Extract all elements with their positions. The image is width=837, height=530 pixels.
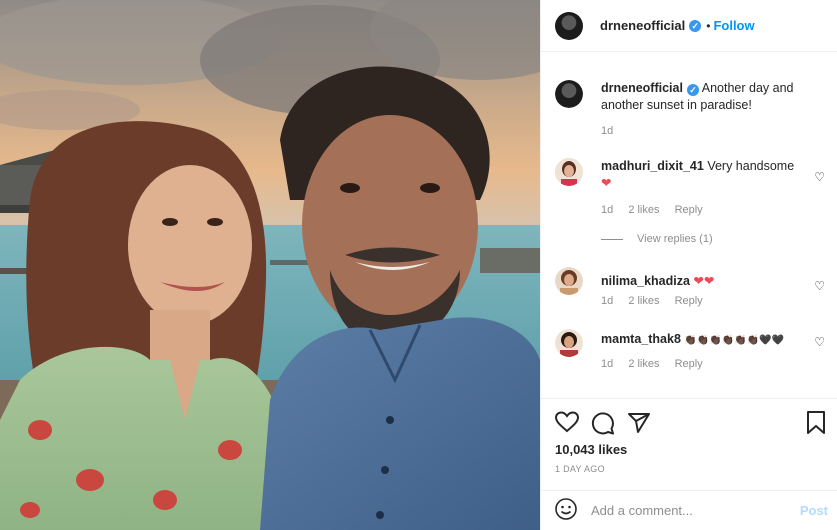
comment-like-heart-icon[interactable]: ♡ xyxy=(814,335,825,349)
likes-count[interactable]: 10,043 likes xyxy=(555,442,627,457)
comment-meta: 1d 2 likes Reply xyxy=(601,295,715,307)
comment-like-heart-icon[interactable]: ♡ xyxy=(814,279,825,293)
post-photo[interactable] xyxy=(0,0,540,530)
post-sidebar: drneneofficial ✓ • Follow drneneofficial… xyxy=(540,0,837,530)
view-replies-button[interactable]: View replies (1) xyxy=(601,233,713,245)
follow-button[interactable]: Follow xyxy=(713,18,754,33)
comment-emoji: ❤❤ xyxy=(693,274,715,288)
caption: drneneofficial ✓ Another day and another … xyxy=(555,80,825,140)
comment-item: nilima_khadiza ❤❤ ♡ 1d 2 likes Reply xyxy=(555,267,825,317)
comment-time[interactable]: 1d xyxy=(601,204,613,216)
caption-time[interactable]: 1d xyxy=(601,125,613,137)
comment-time[interactable]: 1d xyxy=(601,358,613,370)
comment-item: mamta_thak8 👏🏿👏🏿👏🏿👏🏿👏🏿👏🏿🖤🖤 ♡ 1d 2 likes … xyxy=(555,329,825,379)
comment-meta: 1d 2 likes Reply xyxy=(601,204,715,216)
commenter-avatar[interactable] xyxy=(555,158,583,186)
emoji-smile-icon[interactable] xyxy=(555,498,577,523)
comment-likes[interactable]: 2 likes xyxy=(628,295,659,307)
verified-badge-icon: ✓ xyxy=(689,19,702,32)
comments-list[interactable]: drneneofficial ✓ Another day and another … xyxy=(541,53,837,398)
commenter-avatar[interactable] xyxy=(555,329,583,357)
comment-icon[interactable] xyxy=(591,411,615,438)
comment-text-block: nilima_khadiza ❤❤ xyxy=(601,273,801,290)
comment-likes[interactable]: 2 likes xyxy=(628,358,659,370)
commenter-avatar[interactable] xyxy=(555,267,583,295)
add-comment-bar: Add a comment... Post xyxy=(541,490,837,530)
comment-text-block: mamta_thak8 👏🏿👏🏿👏🏿👏🏿👏🏿👏🏿🖤🖤 xyxy=(601,331,821,349)
header-separator: • xyxy=(706,18,711,33)
caption-text-block: drneneofficial ✓ Another day and another … xyxy=(601,80,801,114)
add-comment-input[interactable]: Add a comment... xyxy=(591,503,800,518)
comment-username[interactable]: mamta_thak8 xyxy=(601,332,681,346)
comment-reply-button[interactable]: Reply xyxy=(675,295,703,307)
author-avatar[interactable] xyxy=(555,11,583,40)
comment-time[interactable]: 1d xyxy=(601,295,613,307)
comment-reply-button[interactable]: Reply xyxy=(675,204,703,216)
bookmark-icon[interactable] xyxy=(806,411,826,438)
post-comment-button[interactable]: Post xyxy=(800,503,828,518)
comment-reply-button[interactable]: Reply xyxy=(675,358,703,370)
comment-text-block: madhuri_dixit_41 Very handsome ❤ xyxy=(601,158,801,192)
comment-item: madhuri_dixit_41 Very handsome ❤ ♡ 1d 2 … xyxy=(555,158,825,218)
verified-badge-icon: ✓ xyxy=(686,84,699,96)
share-icon[interactable] xyxy=(627,411,651,438)
action-icons xyxy=(554,411,663,438)
author-username[interactable]: drneneofficial xyxy=(600,18,685,33)
replies-line xyxy=(601,238,623,240)
view-replies-label: View replies (1) xyxy=(637,233,713,245)
selfie-photo-image xyxy=(0,0,540,530)
caption-meta: 1d xyxy=(601,125,625,137)
post-time-ago[interactable]: 1 DAY AGO xyxy=(555,464,605,474)
heart-icon[interactable] xyxy=(554,411,580,438)
comment-meta: 1d 2 likes Reply xyxy=(601,358,715,370)
caption-avatar[interactable] xyxy=(555,80,583,108)
comment-username[interactable]: madhuri_dixit_41 xyxy=(601,159,704,173)
caption-username[interactable]: drneneofficial xyxy=(601,81,683,95)
post-header: drneneofficial ✓ • Follow xyxy=(541,0,837,52)
comment-likes[interactable]: 2 likes xyxy=(628,204,659,216)
comment-emoji: ❤ xyxy=(601,176,612,190)
comment-like-heart-icon[interactable]: ♡ xyxy=(814,170,825,184)
comment-username[interactable]: nilima_khadiza xyxy=(601,274,690,288)
comment-emoji: 👏🏿👏🏿👏🏿👏🏿👏🏿👏🏿🖤🖤 xyxy=(684,335,784,346)
comment-text: Very handsome xyxy=(707,159,795,173)
post-actions: 10,043 likes 1 DAY AGO xyxy=(541,398,837,488)
